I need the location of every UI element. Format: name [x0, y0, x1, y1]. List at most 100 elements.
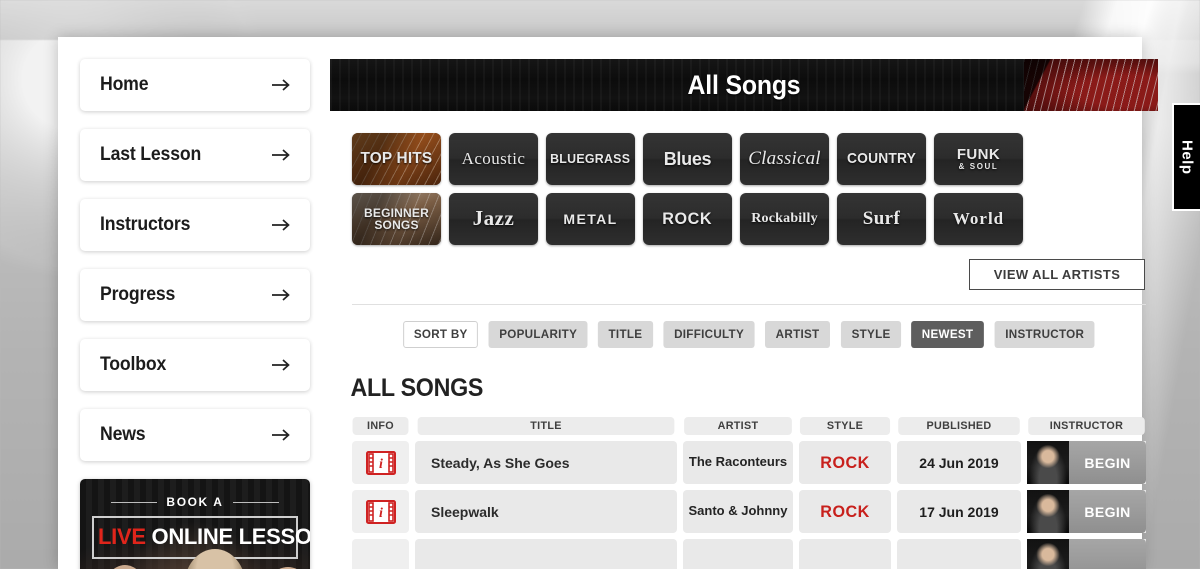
sidebar-item-home[interactable]: Home	[80, 59, 310, 111]
sort-option-difficulty[interactable]: DIFFICULTY	[663, 321, 755, 348]
info-button[interactable]: i	[352, 441, 409, 484]
sidebar-item-label: News	[100, 424, 146, 445]
page-banner: All Songs	[330, 59, 1158, 111]
arrow-right-icon	[270, 217, 292, 233]
promo-person-1	[102, 565, 148, 569]
column-header-title[interactable]: TITLE	[417, 417, 675, 435]
promo-kicker: BOOK A	[80, 495, 310, 509]
begin-button[interactable]	[1069, 539, 1146, 569]
section-title: ALL SONGS	[350, 374, 484, 402]
sort-option-title[interactable]: TITLE	[598, 321, 654, 348]
view-all-artists-row: VIEW ALL ARTISTS	[330, 245, 1168, 290]
song-style	[799, 539, 891, 569]
genre-button-jazz[interactable]: Jazz	[449, 193, 538, 245]
promo-rule-right	[232, 501, 279, 503]
song-title[interactable]: Sleepwalk	[415, 490, 677, 533]
sidebar-item-label: Instructors	[100, 214, 191, 235]
sort-bar: SORT BY POPULARITY TITLE DIFFICULTY ARTI…	[352, 321, 1146, 348]
info-button[interactable]	[352, 539, 409, 569]
instructor-cell: BEGIN	[1027, 490, 1146, 533]
sort-option-newest[interactable]: NEWEST	[910, 321, 984, 348]
arrow-right-icon	[270, 287, 292, 303]
genre-label: Jazz	[472, 206, 515, 231]
sidebar-item-toolbox[interactable]: Toolbox	[80, 339, 310, 391]
genre-button-country[interactable]: COUNTRY	[837, 133, 926, 185]
sidebar-item-label: Progress	[100, 284, 176, 305]
svg-text:i: i	[379, 506, 383, 521]
instructor-avatar[interactable]	[1027, 490, 1069, 533]
song-title[interactable]: Steady, As She Goes	[415, 441, 677, 484]
genre-button-bluegrass[interactable]: BLUEGRASS	[546, 133, 635, 185]
arrow-right-icon	[270, 77, 292, 93]
genre-label: ROCK	[662, 209, 713, 229]
sort-option-popularity[interactable]: POPULARITY	[488, 321, 588, 348]
sidebar-item-instructors[interactable]: Instructors	[80, 199, 310, 251]
genre-label: Surf	[862, 208, 901, 230]
genre-button-surf[interactable]: Surf	[837, 193, 926, 245]
instructor-cell: BEGIN	[1027, 441, 1146, 484]
view-all-artists-button[interactable]: VIEW ALL ARTISTS	[969, 259, 1145, 290]
column-header-info: INFO	[352, 417, 409, 435]
column-header-artist[interactable]: ARTIST	[684, 417, 792, 435]
song-published	[897, 539, 1021, 569]
song-style: ROCK	[799, 441, 891, 484]
genre-label: TOP HITS	[360, 149, 433, 167]
genre-button-beginner-songs[interactable]: BEGINNER SONGS	[352, 193, 441, 245]
genre-filter-grid: TOP HITS Acoustic BLUEGRASS Blues Classi…	[330, 111, 1025, 245]
info-button[interactable]: i	[352, 490, 409, 533]
genre-label: Acoustic	[461, 149, 526, 169]
instructor-avatar[interactable]	[1027, 441, 1069, 484]
genre-button-acoustic[interactable]: Acoustic	[449, 133, 538, 185]
begin-button[interactable]: BEGIN	[1069, 490, 1146, 533]
song-title[interactable]	[415, 539, 677, 569]
column-header-style[interactable]: STYLE	[799, 417, 891, 435]
song-published: 17 Jun 2019	[897, 490, 1021, 533]
genre-button-world[interactable]: World	[934, 193, 1023, 245]
sort-by-label: SORT BY	[402, 321, 478, 348]
table-row[interactable]: i Steady, As She Goes The Raconteurs ROC…	[352, 441, 1146, 484]
table-header-row: INFO TITLE ARTIST STYLE PUBLISHED INSTRU…	[352, 417, 1146, 435]
sidebar-item-progress[interactable]: Progress	[80, 269, 310, 321]
sort-bar-divider: SORT BY POPULARITY TITLE DIFFICULTY ARTI…	[352, 304, 1146, 348]
genre-button-metal[interactable]: METAL	[546, 193, 635, 245]
genre-label: COUNTRY	[846, 150, 916, 168]
arrow-right-icon	[270, 427, 292, 443]
sidebar-item-news[interactable]: News	[80, 409, 310, 461]
songs-table: INFO TITLE ARTIST STYLE PUBLISHED INSTRU…	[330, 403, 1168, 569]
genre-label: BLUEGRASS	[550, 151, 631, 167]
column-header-instructor[interactable]: INSTRUCTOR	[1028, 417, 1145, 435]
genre-label: Blues	[663, 148, 712, 169]
genre-button-classical[interactable]: Classical	[740, 133, 829, 185]
help-tab[interactable]: Help	[1172, 103, 1200, 211]
promo-headline: LIVE ONLINE LESSON	[92, 516, 310, 559]
sidebar-item-label: Toolbox	[100, 354, 167, 375]
promo-rule-left	[111, 501, 158, 503]
song-published: 24 Jun 2019	[897, 441, 1021, 484]
song-artist: Santo & Johnny	[683, 490, 793, 533]
sort-option-artist[interactable]: ARTIST	[765, 321, 831, 348]
promo-headline-highlight: LIVE	[98, 524, 146, 549]
promo-live-online-lesson[interactable]: BOOK A LIVE ONLINE LESSON	[80, 479, 310, 569]
genre-button-blues[interactable]: Blues	[643, 133, 732, 185]
sort-option-style[interactable]: STYLE	[840, 321, 901, 348]
genre-button-top-hits[interactable]: TOP HITS	[352, 133, 441, 185]
promo-photo	[80, 549, 310, 569]
genre-label: BEGINNER SONGS	[364, 205, 429, 232]
column-header-published[interactable]: PUBLISHED	[898, 417, 1020, 435]
sort-option-instructor[interactable]: INSTRUCTOR	[994, 321, 1095, 348]
begin-button[interactable]: BEGIN	[1069, 441, 1146, 484]
instructor-avatar[interactable]	[1027, 539, 1069, 569]
table-row[interactable]	[352, 539, 1146, 569]
genre-label-main: FUNK	[956, 145, 1001, 163]
info-icon: i	[365, 450, 396, 475]
genre-button-funk-soul[interactable]: FUNK & SOUL	[934, 133, 1023, 185]
sidebar: Home Last Lesson Instructors Progress To	[58, 37, 330, 569]
sidebar-item-last-lesson[interactable]: Last Lesson	[80, 129, 310, 181]
help-tab-label: Help	[1178, 139, 1196, 175]
table-row[interactable]: i Sleepwalk Santo & Johnny ROCK 17 Jun 2…	[352, 490, 1146, 533]
genre-label: FUNK & SOUL	[954, 147, 1003, 171]
genre-button-rockabilly[interactable]: Rockabilly	[740, 193, 829, 245]
info-icon: i	[365, 499, 396, 524]
promo-kicker-text: BOOK A	[166, 495, 224, 509]
genre-button-rock[interactable]: ROCK	[643, 193, 732, 245]
